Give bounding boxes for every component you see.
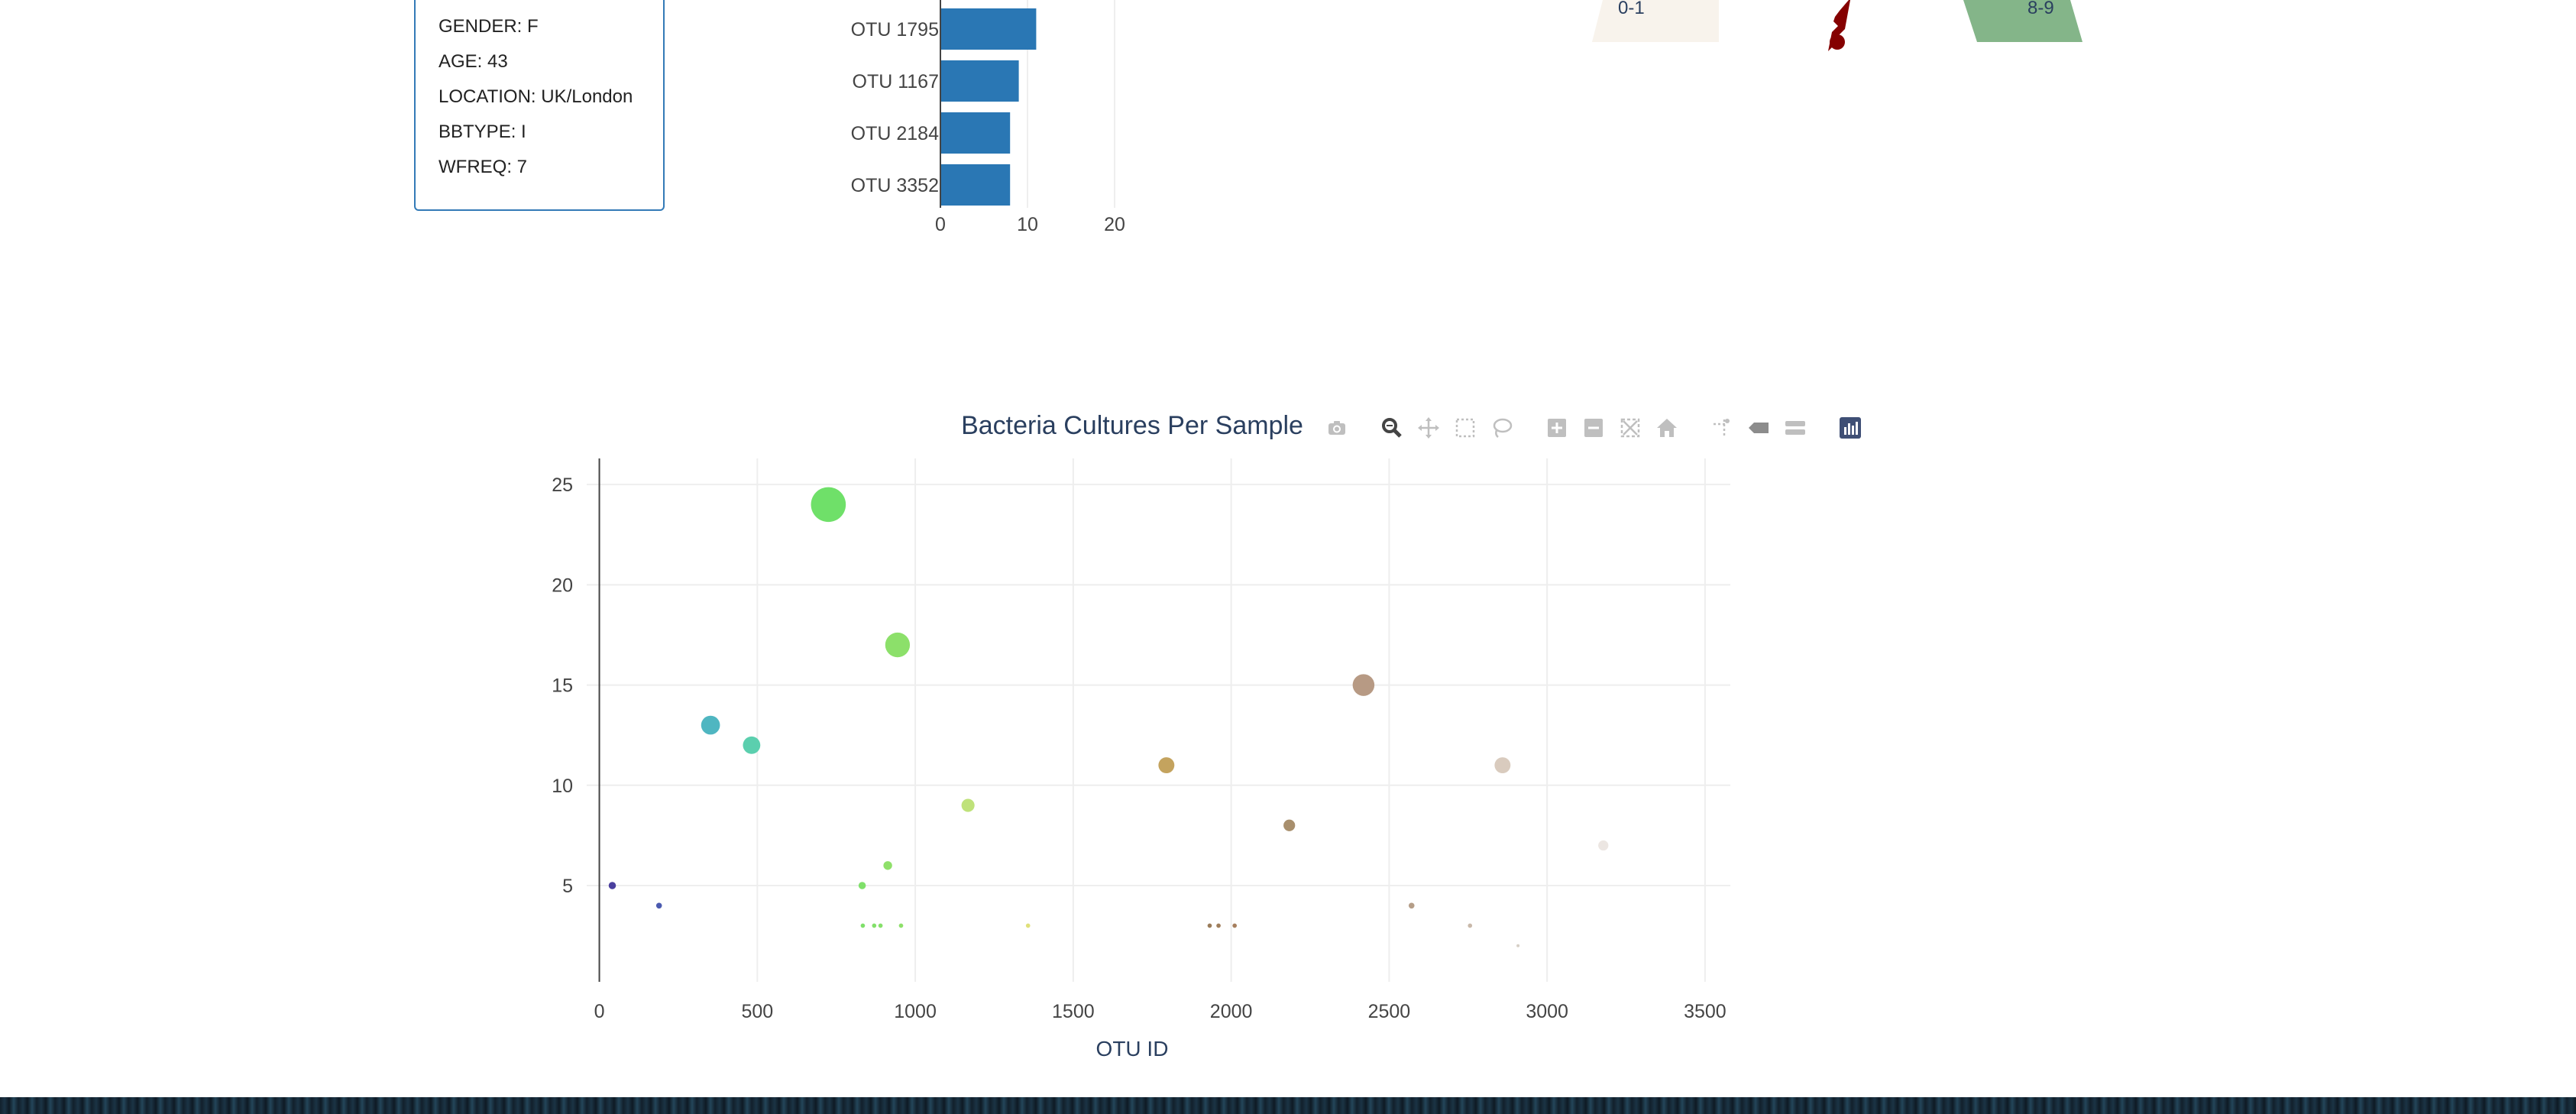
gauge-label-0-1: 0-1 bbox=[1618, 0, 1645, 18]
meta-bbtype: BBTYPE: I bbox=[439, 121, 526, 142]
bubble-point[interactable] bbox=[1232, 923, 1238, 928]
plot-modebar bbox=[1322, 413, 1882, 443]
modebar-group-logo bbox=[1835, 413, 1866, 443]
y-tick-label: 20 bbox=[552, 575, 573, 596]
bar-category-label: OTU 3352 bbox=[851, 175, 939, 196]
reset-axes-icon[interactable] bbox=[1652, 413, 1682, 443]
pan-icon[interactable] bbox=[1413, 413, 1444, 443]
x-tick-label: 500 bbox=[741, 1001, 773, 1022]
camera-icon[interactable] bbox=[1322, 413, 1352, 443]
gauge-label-8-9: 8-9 bbox=[2027, 0, 2054, 18]
y-tick-label: 25 bbox=[552, 474, 573, 496]
meta-location: LOCATION: UK/London bbox=[439, 86, 633, 107]
bar-x-tick-label: 0 bbox=[935, 214, 946, 235]
zoom-out-icon[interactable] bbox=[1578, 413, 1609, 443]
bubble-point[interactable] bbox=[743, 736, 761, 754]
x-tick-label: 0 bbox=[594, 1001, 605, 1022]
bubble-point[interactable] bbox=[898, 923, 904, 928]
bar-category-label: OTU 2184 bbox=[851, 123, 939, 144]
modebar-group-drag bbox=[1377, 413, 1517, 443]
bar[interactable] bbox=[940, 60, 1019, 102]
bubble-point[interactable] bbox=[1283, 819, 1296, 831]
y-tick-label: 10 bbox=[552, 776, 573, 797]
modebar-group-export bbox=[1322, 413, 1352, 443]
footer-banner-image bbox=[0, 1097, 2576, 1114]
x-tick-label: 2500 bbox=[1368, 1001, 1411, 1022]
x-tick-label: 2000 bbox=[1210, 1001, 1253, 1022]
bubble-point[interactable] bbox=[1352, 674, 1375, 696]
washing-frequency-gauge[interactable]: 0-1 8-9 bbox=[1581, 0, 2101, 53]
x-tick-label: 3500 bbox=[1684, 1001, 1727, 1022]
bubble-point[interactable] bbox=[1216, 923, 1221, 928]
modebar-group-zoom bbox=[1542, 413, 1682, 443]
bubble-point[interactable] bbox=[858, 882, 866, 889]
demographic-info-panel: GENDER: F AGE: 43 LOCATION: UK/London BB… bbox=[414, 0, 665, 211]
bubble-point[interactable] bbox=[860, 923, 866, 928]
box-select-icon[interactable] bbox=[1450, 413, 1481, 443]
meta-wfreq: WFREQ: 7 bbox=[439, 157, 528, 177]
x-tick-label: 1000 bbox=[894, 1001, 937, 1022]
bar-x-tick-label: 10 bbox=[1017, 214, 1038, 235]
top-otu-bar-chart[interactable]: 0 10 20 OTU 1795 OTU 1167 OTU 2184 OTU 3352 bbox=[825, 0, 1146, 244]
gauge-needle-pivot bbox=[1830, 34, 1845, 50]
bubble-point[interactable] bbox=[1516, 944, 1520, 947]
bubble-point[interactable] bbox=[872, 923, 877, 928]
zoom-in-icon[interactable] bbox=[1542, 413, 1572, 443]
bubble-point[interactable] bbox=[1158, 757, 1175, 774]
autoscale-icon[interactable] bbox=[1615, 413, 1646, 443]
spike-lines-icon[interactable] bbox=[1707, 413, 1737, 443]
bubble-chart-svg[interactable]: 0 500 1000 1500 2000 2500 3000 3500 5 10 15 20 25 Bac… bbox=[458, 397, 1910, 1070]
bar-x-tick-label: 20 bbox=[1104, 214, 1125, 235]
bubble-point[interactable] bbox=[655, 902, 662, 909]
gauge-svg: 0-1 8-9 bbox=[1592, 0, 2082, 51]
hover-closest-icon[interactable] bbox=[1743, 413, 1774, 443]
bar[interactable] bbox=[940, 8, 1037, 50]
bar-category-label: OTU 1167 bbox=[853, 71, 939, 92]
modebar-group-hover bbox=[1707, 413, 1811, 443]
bubble-point[interactable] bbox=[608, 882, 616, 889]
x-tick-label: 1500 bbox=[1052, 1001, 1095, 1022]
zoom-icon[interactable] bbox=[1377, 413, 1407, 443]
bar[interactable] bbox=[940, 164, 1011, 206]
x-tick-label: 3000 bbox=[1526, 1001, 1568, 1022]
bubble-point[interactable] bbox=[878, 923, 883, 928]
lasso-select-icon[interactable] bbox=[1487, 413, 1517, 443]
bubble-point[interactable] bbox=[1408, 902, 1415, 909]
gauge-segment-8-9 bbox=[1963, 0, 2082, 42]
gauge-segment-0-1 bbox=[1592, 0, 1719, 42]
bubble-point[interactable] bbox=[701, 715, 720, 735]
bubble-point[interactable] bbox=[1598, 840, 1609, 851]
bar-chart-svg[interactable]: 0 10 20 OTU 1795 OTU 1167 OTU 2184 OTU 3352 bbox=[825, 0, 1146, 244]
plotly-logo-icon[interactable] bbox=[1835, 413, 1866, 443]
y-tick-label: 15 bbox=[552, 675, 573, 697]
y-tick-label: 5 bbox=[562, 876, 573, 897]
bubble-point[interactable] bbox=[1494, 757, 1511, 774]
x-axis-title: OTU ID bbox=[1096, 1037, 1169, 1061]
meta-age: AGE: 43 bbox=[439, 51, 508, 72]
hover-compare-icon[interactable] bbox=[1780, 413, 1811, 443]
bubble-point[interactable] bbox=[1468, 923, 1473, 928]
bubble-point[interactable] bbox=[1025, 923, 1031, 928]
bubble-point[interactable] bbox=[883, 861, 892, 870]
bubble-chart[interactable]: 0 500 1000 1500 2000 2500 3000 3500 5 10 15 20 25 Bac… bbox=[458, 397, 1910, 1070]
meta-gender: GENDER: F bbox=[439, 16, 539, 37]
chart-title: Bacteria Cultures Per Sample bbox=[961, 411, 1303, 440]
bubble-point[interactable] bbox=[1207, 923, 1212, 928]
bubble-point[interactable] bbox=[961, 798, 975, 812]
bar-category-label: OTU 1795 bbox=[851, 19, 939, 40]
bubble-point[interactable] bbox=[885, 632, 911, 658]
bar[interactable] bbox=[940, 112, 1011, 154]
bubble-point[interactable] bbox=[811, 487, 846, 523]
